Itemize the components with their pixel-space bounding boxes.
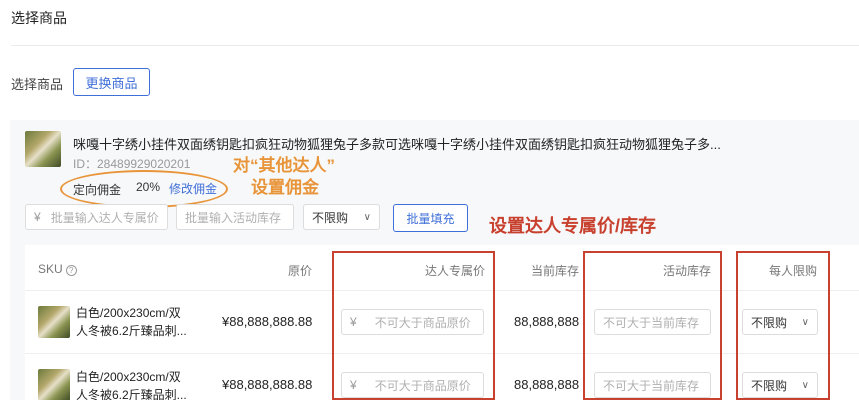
product-thumbnail [25,131,61,167]
sku-name-line1: 白色/200x230cm/双 [76,370,181,384]
header-sku-label: SKU [38,262,63,276]
chevron-down-icon: ∨ [363,211,371,223]
sku-thumbnail [38,369,70,400]
batch-price-input[interactable]: ¥ 批量输入达人专属价 [25,204,168,230]
batch-stock-placeholder: 批量输入活动库存 [185,210,282,225]
batch-limit-value: 不限购 [312,210,349,225]
limit-highlight-box [736,251,830,400]
batch-limit-select[interactable]: 不限购 ∨ [303,204,380,230]
activity-stock-highlight-box [583,251,722,400]
original-price: ¥88,888,888.88 [222,377,313,392]
sku-thumbnail [38,306,70,338]
section-title: 选择商品 [11,10,67,26]
commission-annotation: 对“其他达人” 设置佣金 [233,155,335,199]
batch-price-placeholder: 批量输入达人专属价 [50,210,159,225]
sku-name-line1: 白色/200x230cm/双 [76,306,181,320]
header-divider [11,45,859,46]
sku-name: 白色/200x230cm/双 人冬被6.2斤臻品刺... [76,368,187,400]
sku-name-line2: 人冬被6.2斤臻品刺... [76,388,187,400]
commission-highlight-ellipse [60,170,228,208]
change-product-button[interactable]: 更换商品 [73,68,150,96]
header-current-stock: 当前库存 [531,264,580,278]
current-stock: 88,888,888 [514,314,580,329]
batch-fill-button[interactable]: 批量填充 [393,204,468,232]
sku-name-line2: 人冬被6.2斤臻品刺... [76,324,187,338]
help-icon[interactable]: ? [65,265,77,276]
exclusive-price-annotation: 设置达人专属价/库存 [489,216,657,236]
header-sku: SKU? [38,262,77,276]
select-product-label: 选择商品 [11,77,64,92]
batch-stock-input[interactable]: 批量输入活动库存 [176,204,294,230]
original-price: ¥88,888,888.88 [222,314,313,329]
current-stock: 88,888,888 [514,377,580,392]
commission-annotation-line1: 对“其他达人” [233,156,335,175]
header-original-price: 原价 [288,264,313,278]
currency-symbol: ¥ [34,210,41,224]
commission-annotation-line2: 设置佣金 [251,178,319,197]
exclusive-price-highlight-box [332,251,495,400]
product-title: 咪嘎十字绣小挂件双面绣钥匙扣疯狂动物狐狸兔子多款可选咪嘎十字绣小挂件双面绣钥匙扣… [73,137,721,152]
sku-name: 白色/200x230cm/双 人冬被6.2斤臻品刺... [76,304,187,340]
